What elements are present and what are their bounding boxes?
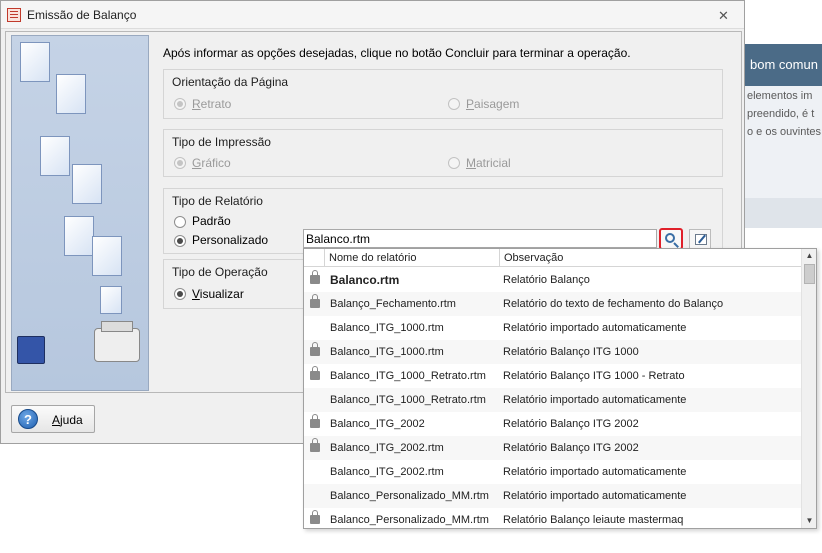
document-icon (92, 236, 122, 276)
help-icon: ? (18, 409, 38, 429)
report-list-item[interactable]: Balanco_ITG_2002 Relatório Balanço ITG 20… (304, 412, 801, 436)
report-list-item[interactable]: Balanco_Personalizado_MM.rtm Relatório im… (304, 484, 801, 508)
report-list-item[interactable]: Balanco_Personalizado_MM.rtm Relatório Ba… (304, 508, 801, 528)
document-icon (72, 164, 102, 204)
group-title: Tipo de Impressão (172, 135, 271, 149)
radio-view[interactable] (174, 288, 186, 300)
report-list-item[interactable]: Balanço_Fechamento.rtm Relatório do texto… (304, 292, 801, 316)
print-type-group: Tipo de Impressão Gráfico Matricial (163, 129, 723, 177)
group-title: Tipo de Relatório (172, 194, 263, 208)
radio-portrait-label: Retrato (192, 97, 232, 111)
report-list-item[interactable]: Balanco.rtm Relatório Balanço (304, 268, 801, 292)
radio-view-label: Visualizar (192, 287, 244, 301)
group-title: Orientação da Página (172, 75, 289, 89)
report-note: Relatório importado automaticamente (503, 490, 687, 502)
dropdown-scrollbar[interactable]: ▲ ▼ (801, 249, 816, 528)
column-header-name[interactable]: Nome do relatório (324, 249, 500, 267)
lock-icon (310, 366, 320, 380)
title-bar[interactable]: Emissão de Balanço ✕ (1, 1, 744, 29)
report-list-item[interactable]: Balanco_ITG_2002.rtm Relatório Balanço IT… (304, 436, 801, 460)
report-note: Relatório importado automaticamente (503, 322, 687, 334)
document-icon (100, 286, 122, 314)
report-list-item[interactable]: Balanco_ITG_1000.rtm Relatório importado … (304, 316, 801, 340)
lock-icon (310, 438, 320, 452)
report-name: Balanco_ITG_1000.rtm (330, 322, 444, 334)
background-text-line: elementos im (747, 90, 813, 102)
report-name: Balanco_ITG_2002.rtm (330, 466, 444, 478)
lock-icon (310, 342, 320, 356)
document-icon (56, 74, 86, 114)
document-icon (40, 136, 70, 176)
edit-report-button[interactable] (689, 229, 711, 249)
dialog-title: Emissão de Balanço (27, 8, 137, 22)
report-list-item[interactable]: Balanco_ITG_1000_Retrato.rtm Relatório im… (304, 388, 801, 412)
report-name: Balanço_Fechamento.rtm (330, 298, 456, 310)
scroll-down-arrow-icon[interactable]: ▼ (802, 514, 816, 528)
report-list-item[interactable]: Balanco_ITG_1000_Retrato.rtm Relatório Ba… (304, 364, 801, 388)
lock-icon (310, 270, 320, 284)
column-header-note[interactable]: Observação (499, 249, 801, 267)
report-note: Relatório Balanço (503, 274, 590, 286)
group-title: Tipo de Operação (172, 265, 268, 279)
radio-custom-label: Personalizado (192, 233, 269, 247)
report-note: Relatório Balanço ITG 1000 (503, 346, 639, 358)
wizard-illustration (11, 35, 149, 391)
dropdown-rows: Balanco.rtm Relatório Balanço Balanço_Fech… (304, 268, 801, 528)
document-icon (20, 42, 50, 82)
background-band (745, 198, 822, 228)
instruction-text: Após informar as opções desejadas, cliqu… (163, 46, 631, 60)
report-name: Balanco.rtm (330, 273, 400, 287)
edit-icon (695, 234, 707, 245)
report-name: Balanco_ITG_1000.rtm (330, 346, 444, 358)
radio-portrait[interactable] (174, 98, 186, 110)
help-button[interactable]: ? Ajuda (11, 405, 95, 433)
background-text-line: preendido, é t (747, 108, 815, 120)
calculator-icon (7, 8, 21, 22)
report-note: Relatório do texto de fechamento do Bala… (503, 298, 724, 310)
radio-graphic-label: Gráfico (192, 156, 231, 170)
background-banner: bom comun (745, 44, 822, 86)
scrollbar-thumb[interactable] (804, 264, 815, 284)
report-name: Balanco_ITG_2002 (330, 418, 425, 430)
computer-icon (17, 336, 45, 364)
report-note: Relatório importado automaticamente (503, 466, 687, 478)
close-icon[interactable]: ✕ (717, 9, 730, 22)
report-name: Balanco_Personalizado_MM.rtm (330, 490, 489, 502)
orientation-group: Orientação da Página Retrato Paisagem (163, 69, 723, 119)
radio-landscape[interactable] (448, 98, 460, 110)
radio-matrix-label: Matricial (466, 156, 511, 170)
lock-icon (310, 414, 320, 428)
dropdown-header: Nome do relatório Observação (304, 249, 801, 267)
lock-icon (310, 510, 320, 524)
report-name: Balanco_ITG_1000_Retrato.rtm (330, 394, 486, 406)
report-note: Relatório Balanço ITG 2002 (503, 442, 639, 454)
report-name: Balanco_ITG_1000_Retrato.rtm (330, 370, 486, 382)
radio-matrix[interactable] (448, 157, 460, 169)
report-name: Balanco_Personalizado_MM.rtm (330, 514, 489, 526)
lock-icon (310, 294, 320, 308)
search-icon (665, 233, 675, 243)
radio-standard-label: Padrão (192, 214, 231, 228)
report-name-input[interactable] (303, 229, 657, 248)
radio-standard[interactable] (174, 216, 186, 228)
radio-landscape-label: Paisagem (466, 97, 520, 111)
scroll-up-arrow-icon[interactable]: ▲ (802, 249, 816, 263)
background-text-line: o e os ouvintes (747, 126, 821, 138)
printer-icon (94, 321, 140, 362)
report-note: Relatório Balanço ITG 2002 (503, 418, 639, 430)
report-note: Relatório Balanço leiaute mastermaq (503, 514, 684, 526)
radio-graphic[interactable] (174, 157, 186, 169)
help-button-label: Ajuda (52, 413, 83, 427)
report-dropdown[interactable]: Nome do relatório Observação Balanco.rtm… (303, 248, 817, 529)
search-report-button[interactable] (659, 228, 683, 250)
report-note: Relatório Balanço ITG 1000 - Retrato (503, 370, 685, 382)
document-icon (64, 216, 94, 256)
report-list-item[interactable]: Balanco_ITG_1000.rtm Relatório Balanço IT… (304, 340, 801, 364)
radio-custom[interactable] (174, 235, 186, 247)
report-note: Relatório importado automaticamente (503, 394, 687, 406)
report-name: Balanco_ITG_2002.rtm (330, 442, 444, 454)
background-header (745, 0, 822, 44)
report-list-item[interactable]: Balanco_ITG_2002.rtm Relatório importado … (304, 460, 801, 484)
